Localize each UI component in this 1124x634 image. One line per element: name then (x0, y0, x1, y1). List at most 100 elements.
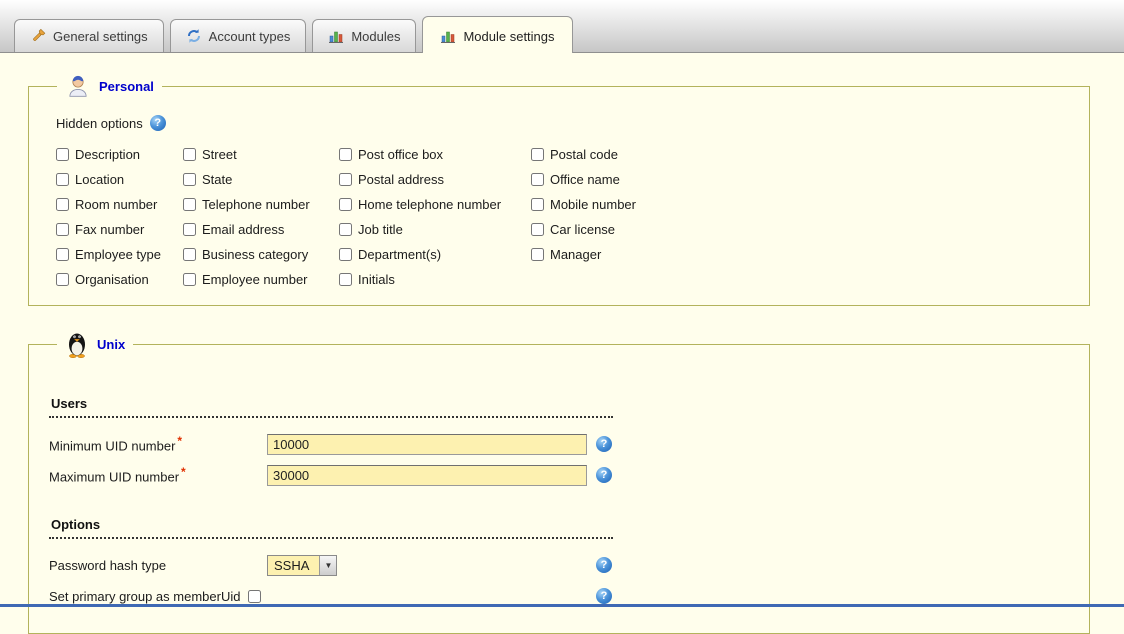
checkbox-label: Manager (550, 247, 601, 262)
hidden-option-initials[interactable]: Initials (339, 272, 531, 287)
checkbox[interactable] (56, 198, 69, 211)
checkbox[interactable] (339, 248, 352, 261)
tab-general-settings[interactable]: General settings (14, 19, 164, 52)
modules-icon (328, 28, 344, 44)
checkbox[interactable] (56, 148, 69, 161)
chevron-down-icon[interactable] (319, 556, 336, 575)
checkbox[interactable] (531, 148, 544, 161)
personal-legend-label: Personal (99, 79, 154, 94)
hidden-option-departments[interactable]: Department(s) (339, 247, 531, 262)
checkbox[interactable] (339, 148, 352, 161)
hidden-option-email-address[interactable]: Email address (183, 222, 339, 237)
checkbox[interactable] (531, 173, 544, 186)
checkbox[interactable] (183, 198, 196, 211)
unix-legend-label: Unix (97, 337, 125, 352)
help-icon[interactable] (596, 557, 612, 573)
unix-legend: Unix (57, 330, 133, 358)
hidden-option-location[interactable]: Location (56, 172, 183, 187)
checkbox[interactable] (183, 223, 196, 236)
hidden-option-post-office-box[interactable]: Post office box (339, 147, 531, 162)
min-uid-row: Minimum UID number* (49, 432, 1069, 456)
checkbox[interactable] (339, 173, 352, 186)
help-icon[interactable] (150, 115, 166, 131)
checkbox[interactable] (531, 198, 544, 211)
hidden-option-office-name[interactable]: Office name (531, 172, 1069, 187)
checkbox[interactable] (56, 223, 69, 236)
password-hash-select[interactable]: SSHA (267, 555, 337, 576)
required-marker: * (181, 465, 186, 479)
hidden-option-job-title[interactable]: Job title (339, 222, 531, 237)
hidden-option-business-category[interactable]: Business category (183, 247, 339, 262)
hidden-option-employee-number[interactable]: Employee number (183, 272, 339, 287)
tab-label: Module settings (463, 29, 554, 44)
checkbox[interactable] (56, 248, 69, 261)
tab-module-settings[interactable]: Module settings (422, 16, 572, 53)
hidden-option-car-license[interactable]: Car license (531, 222, 1069, 237)
checkbox[interactable] (339, 273, 352, 286)
account-types-icon (186, 28, 202, 44)
module-settings-icon (440, 28, 456, 44)
checkbox-label: Street (202, 147, 237, 162)
unix-section: Unix Users Minimum UID number* Maximum U… (28, 330, 1090, 634)
checkbox[interactable] (339, 198, 352, 211)
min-uid-input[interactable] (267, 434, 587, 455)
hidden-option-room-number[interactable]: Room number (56, 197, 183, 212)
hidden-option-description[interactable]: Description (56, 147, 183, 162)
hidden-option-mobile-number[interactable]: Mobile number (531, 197, 1069, 212)
help-icon[interactable] (596, 588, 612, 604)
tab-account-types[interactable]: Account types (170, 19, 307, 52)
checkbox-label: Office name (550, 172, 620, 187)
hidden-options-grid: Description Street Post office box Posta… (56, 147, 1069, 287)
checkbox[interactable] (183, 273, 196, 286)
min-uid-label: Minimum UID number* (49, 434, 267, 453)
checkbox-label: Organisation (75, 272, 149, 287)
hidden-option-manager[interactable]: Manager (531, 247, 1069, 262)
hidden-option-organisation[interactable]: Organisation (56, 272, 183, 287)
checkbox-label: Job title (358, 222, 403, 237)
personal-legend: Personal (57, 73, 162, 99)
hidden-option-state[interactable]: State (183, 172, 339, 187)
checkbox[interactable] (183, 248, 196, 261)
checkbox-label: Description (75, 147, 140, 162)
max-uid-row: Maximum UID number* (49, 463, 1069, 487)
checkbox[interactable] (183, 148, 196, 161)
hidden-option-fax-number[interactable]: Fax number (56, 222, 183, 237)
checkbox-label: Employee number (202, 272, 308, 287)
help-icon[interactable] (596, 467, 612, 483)
hidden-option-postal-code[interactable]: Postal code (531, 147, 1069, 162)
help-icon[interactable] (596, 436, 612, 452)
wrench-icon (30, 28, 46, 44)
hidden-option-employee-type[interactable]: Employee type (56, 247, 183, 262)
main-content: Personal Hidden options Description Stre… (0, 73, 1124, 634)
checkbox-label: Car license (550, 222, 615, 237)
tab-label: Modules (351, 29, 400, 44)
hidden-option-home-telephone-number[interactable]: Home telephone number (339, 197, 531, 212)
max-uid-label: Maximum UID number* (49, 465, 267, 484)
max-uid-input[interactable] (267, 465, 587, 486)
hidden-option-postal-address[interactable]: Postal address (339, 172, 531, 187)
hidden-options-row: Hidden options (56, 115, 1069, 131)
checkbox-label: Business category (202, 247, 308, 262)
tab-modules[interactable]: Modules (312, 19, 416, 52)
tab-label: General settings (53, 29, 148, 44)
password-hash-selected-value: SSHA (268, 556, 319, 575)
checkbox-label: State (202, 172, 232, 187)
hidden-option-street[interactable]: Street (183, 147, 339, 162)
checkbox[interactable] (56, 273, 69, 286)
checkbox-label: Email address (202, 222, 284, 237)
checkbox-label: Post office box (358, 147, 443, 162)
tab-label: Account types (209, 29, 291, 44)
checkbox[interactable] (531, 248, 544, 261)
member-uid-label: Set primary group as memberUid (49, 589, 246, 604)
hidden-option-telephone-number[interactable]: Telephone number (183, 197, 339, 212)
checkbox[interactable] (339, 223, 352, 236)
password-hash-row: Password hash type SSHA (49, 553, 1069, 577)
tab-bar: General settings Account types Modules (0, 0, 1124, 53)
checkbox-label: Room number (75, 197, 157, 212)
checkbox[interactable] (56, 173, 69, 186)
member-uid-checkbox[interactable] (248, 590, 261, 603)
checkbox-label: Postal address (358, 172, 444, 187)
checkbox[interactable] (531, 223, 544, 236)
person-icon (65, 73, 91, 99)
checkbox[interactable] (183, 173, 196, 186)
